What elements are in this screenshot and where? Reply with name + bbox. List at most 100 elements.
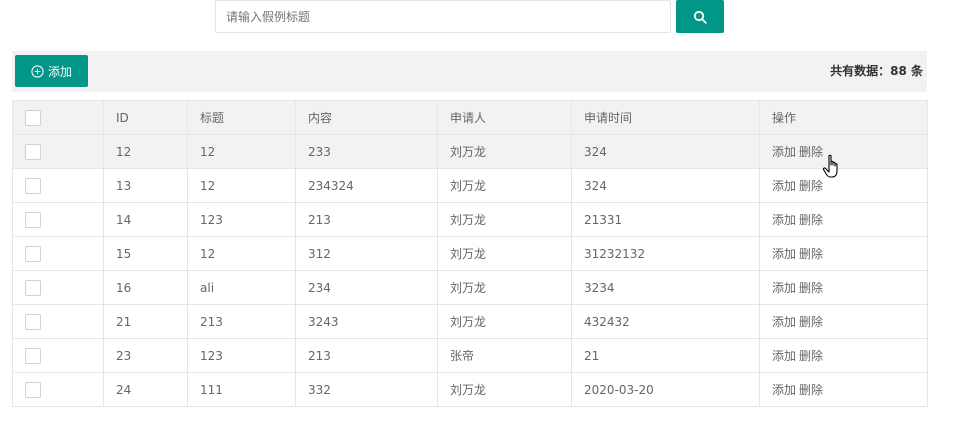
- row-select-cell: [12, 202, 104, 237]
- cell-applicant: 刘万龙: [437, 304, 572, 339]
- row-delete-link[interactable]: 删除: [799, 213, 823, 227]
- row-delete-link[interactable]: 删除: [799, 349, 823, 363]
- row-add-link[interactable]: 添加: [772, 247, 796, 261]
- column-header-id[interactable]: ID: [103, 100, 188, 135]
- cell-id: 16: [103, 270, 188, 305]
- cell-actions: 添加 删除: [759, 304, 928, 339]
- cell-actions: 添加 删除: [759, 236, 928, 271]
- cell-actions: 添加 删除: [759, 372, 928, 407]
- row-delete-link[interactable]: 删除: [799, 281, 823, 295]
- cell-id: 23: [103, 338, 188, 373]
- row-checkbox[interactable]: [25, 279, 41, 296]
- table-row[interactable]: 16 ali 234 刘万龙 3234 添加 删除: [12, 270, 928, 305]
- row-delete-link[interactable]: 删除: [799, 145, 823, 159]
- row-checkbox[interactable]: [25, 177, 41, 194]
- cell-title: 123: [187, 202, 296, 237]
- cell-actions: 添加 删除: [759, 270, 928, 305]
- row-add-link[interactable]: 添加: [772, 145, 796, 159]
- cell-content: 234324: [295, 168, 438, 203]
- row-add-link[interactable]: 添加: [772, 213, 796, 227]
- row-checkbox[interactable]: [25, 245, 41, 262]
- table-row[interactable]: 14 123 213 刘万龙 21331 添加 删除: [12, 202, 928, 237]
- cell-time: 3234: [571, 270, 760, 305]
- table-header-row: ID 标题 内容 申请人 申请时间 操作: [12, 100, 928, 135]
- cell-applicant: 张帝: [437, 338, 572, 373]
- cell-title: ali: [187, 270, 296, 305]
- column-header-content[interactable]: 内容: [295, 100, 438, 135]
- row-checkbox[interactable]: [25, 381, 41, 398]
- table-row[interactable]: 13 12 234324 刘万龙 324 添加 删除: [12, 168, 928, 203]
- table-row[interactable]: 12 12 233 刘万龙 324 添加 删除: [12, 134, 928, 169]
- cell-id: 21: [103, 304, 188, 339]
- cell-title: 12: [187, 168, 296, 203]
- cell-actions: 添加 删除: [759, 134, 928, 169]
- cell-id: 13: [103, 168, 188, 203]
- plus-circle-icon: [31, 64, 44, 78]
- cell-title: 12: [187, 236, 296, 271]
- row-delete-link[interactable]: 删除: [799, 383, 823, 397]
- cell-actions: 添加 删除: [759, 168, 928, 203]
- cell-title: 111: [187, 372, 296, 407]
- row-add-link[interactable]: 添加: [772, 179, 796, 193]
- row-select-cell: [12, 372, 104, 407]
- column-header-actions: 操作: [759, 100, 928, 135]
- table-row[interactable]: 15 12 312 刘万龙 31232132 添加 删除: [12, 236, 928, 271]
- cell-applicant: 刘万龙: [437, 236, 572, 271]
- total-count: 共有数据：88 条: [830, 64, 923, 78]
- row-checkbox[interactable]: [25, 211, 41, 228]
- cell-time: 31232132: [571, 236, 760, 271]
- row-checkbox[interactable]: [25, 143, 41, 160]
- row-delete-link[interactable]: 删除: [799, 247, 823, 261]
- cell-content: 213: [295, 338, 438, 373]
- row-select-cell: [12, 168, 104, 203]
- row-add-link[interactable]: 添加: [772, 383, 796, 397]
- toolbar: 添加 共有数据：88 条: [12, 51, 927, 92]
- row-delete-link[interactable]: 删除: [799, 179, 823, 193]
- row-select-cell: [12, 270, 104, 305]
- column-header-time[interactable]: 申请时间: [571, 100, 760, 135]
- table-row[interactable]: 24 111 332 刘万龙 2020-03-20 添加 删除: [12, 372, 928, 407]
- cell-content: 3243: [295, 304, 438, 339]
- cell-time: 21331: [571, 202, 760, 237]
- table-row[interactable]: 23 123 213 张帝 21 添加 删除: [12, 338, 928, 373]
- row-checkbox[interactable]: [25, 347, 41, 364]
- add-button[interactable]: 添加: [15, 55, 88, 87]
- add-button-label: 添加: [47, 64, 72, 79]
- cell-applicant: 刘万龙: [437, 372, 572, 407]
- cell-applicant: 刘万龙: [437, 134, 572, 169]
- cell-content: 213: [295, 202, 438, 237]
- cell-title: 12: [187, 134, 296, 169]
- cell-applicant: 刘万龙: [437, 270, 572, 305]
- search-bar: [215, 0, 724, 33]
- cell-content: 233: [295, 134, 438, 169]
- row-select-cell: [12, 236, 104, 271]
- select-all-checkbox[interactable]: [25, 109, 41, 126]
- cell-title: 213: [187, 304, 296, 339]
- cell-id: 24: [103, 372, 188, 407]
- cell-id: 12: [103, 134, 188, 169]
- cell-actions: 添加 删除: [759, 338, 928, 373]
- search-input[interactable]: [215, 0, 671, 33]
- cell-content: 312: [295, 236, 438, 271]
- row-checkbox[interactable]: [25, 313, 41, 330]
- cell-time: 21: [571, 338, 760, 373]
- cell-content: 234: [295, 270, 438, 305]
- cell-title: 123: [187, 338, 296, 373]
- cell-content: 332: [295, 372, 438, 407]
- column-header-title[interactable]: 标题: [187, 100, 296, 135]
- row-select-cell: [12, 304, 104, 339]
- cell-time: 324: [571, 168, 760, 203]
- column-header-applicant[interactable]: 申请人: [437, 100, 572, 135]
- row-add-link[interactable]: 添加: [772, 281, 796, 295]
- row-add-link[interactable]: 添加: [772, 315, 796, 329]
- search-button[interactable]: [676, 0, 724, 33]
- cell-id: 15: [103, 236, 188, 271]
- cell-time: 432432: [571, 304, 760, 339]
- row-delete-link[interactable]: 删除: [799, 315, 823, 329]
- row-add-link[interactable]: 添加: [772, 349, 796, 363]
- data-table: ID 标题 内容 申请人 申请时间 操作 12 12 233 刘万龙 324 添…: [12, 100, 928, 407]
- search-icon: [693, 10, 707, 24]
- cell-actions: 添加 删除: [759, 202, 928, 237]
- table-row[interactable]: 21 213 3243 刘万龙 432432 添加 删除: [12, 304, 928, 339]
- row-select-cell: [12, 338, 104, 373]
